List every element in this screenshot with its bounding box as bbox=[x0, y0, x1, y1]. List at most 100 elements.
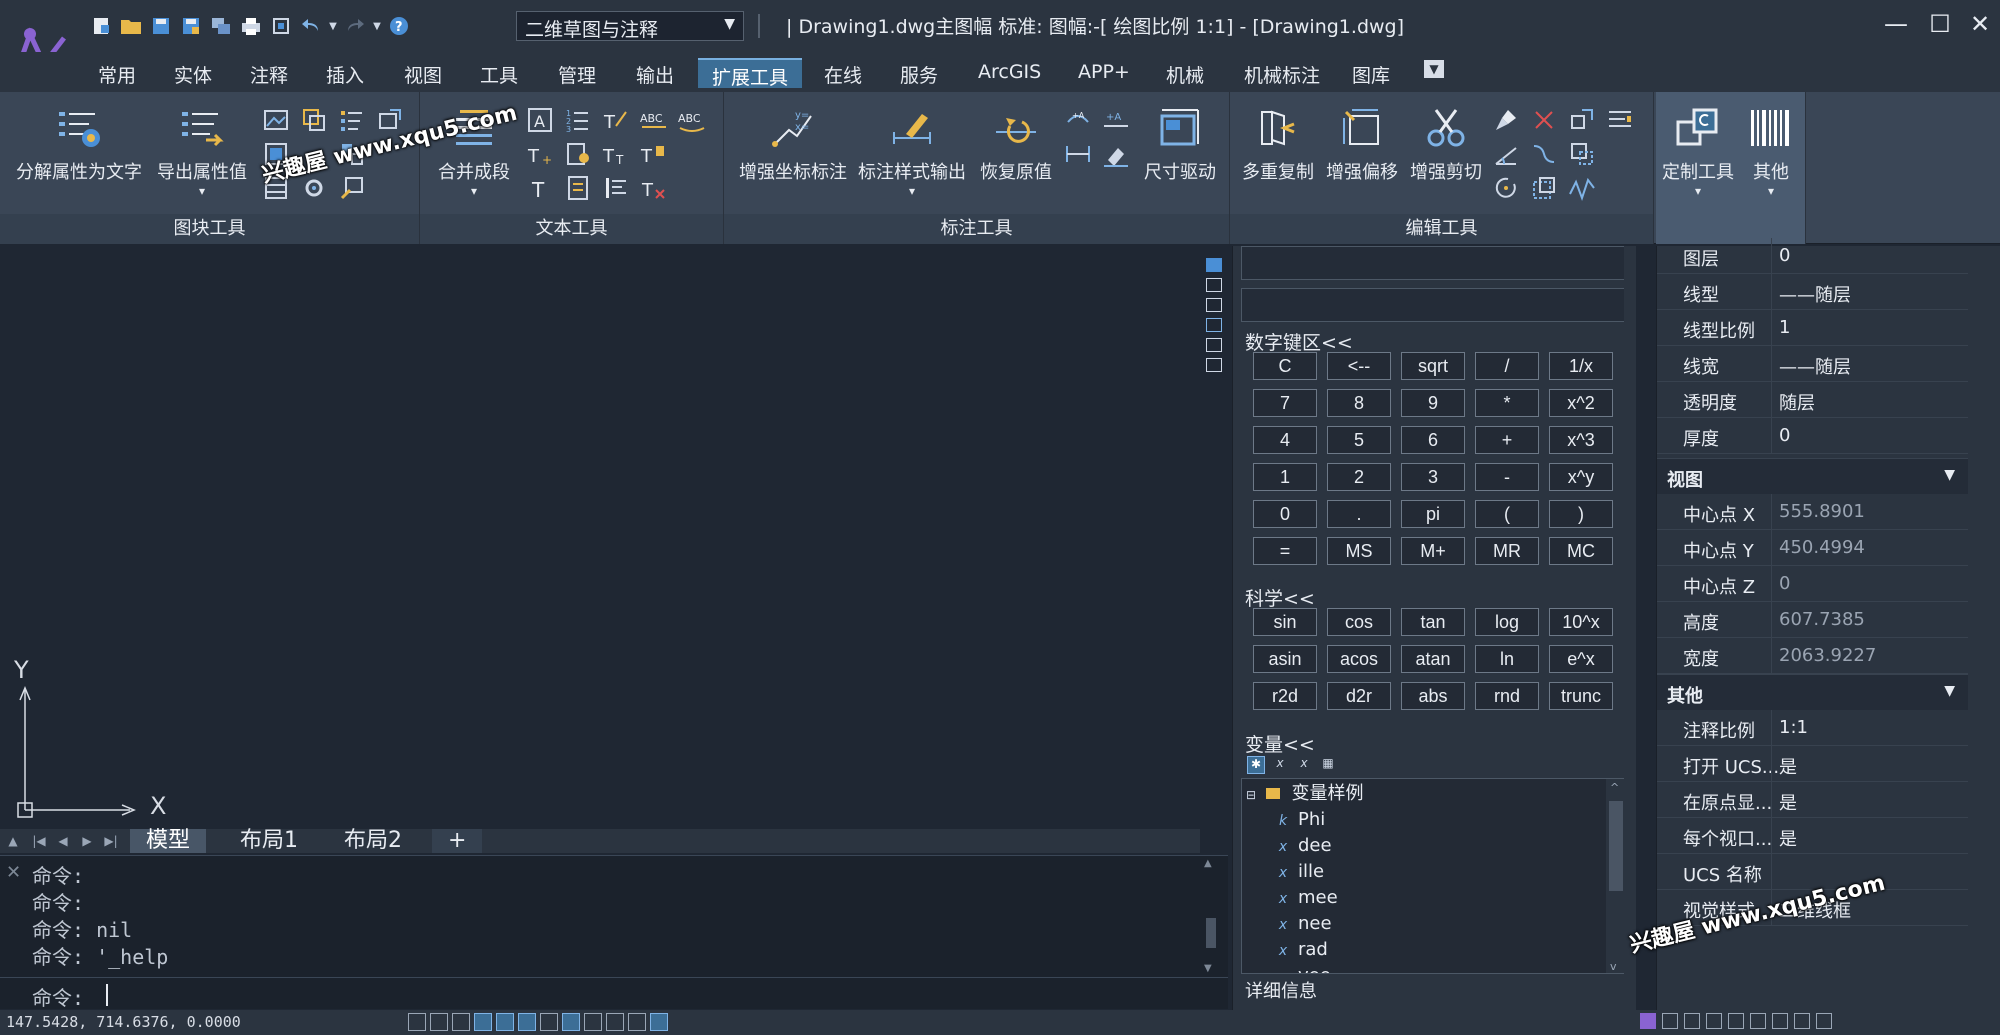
tab-library[interactable]: 图库 bbox=[1338, 58, 1404, 88]
property-row[interactable]: 每个视口... 是 bbox=[1657, 818, 1969, 854]
numpad-key[interactable]: MC bbox=[1549, 537, 1613, 565]
first-tab-icon[interactable]: |◀ bbox=[30, 832, 48, 850]
undo-dropdown-icon[interactable]: ▼ bbox=[326, 12, 340, 40]
numpad-key[interactable]: sqrt bbox=[1401, 352, 1465, 380]
menu-icon[interactable] bbox=[1816, 1013, 1832, 1029]
delete-x-icon[interactable] bbox=[1530, 106, 1558, 134]
tab-model[interactable]: 模型 bbox=[130, 829, 207, 853]
property-row[interactable]: 在原点显... 是 bbox=[1657, 782, 1969, 818]
text-case-icon[interactable]: TT bbox=[602, 140, 630, 168]
numpad-key[interactable]: pi bbox=[1401, 500, 1465, 528]
text-delete-icon[interactable]: T bbox=[640, 174, 668, 202]
tab-annotate[interactable]: 注释 bbox=[236, 58, 302, 88]
property-row[interactable]: 注释比例 1:1 bbox=[1657, 710, 1969, 746]
scroll-up-icon[interactable]: ▲ bbox=[4, 832, 22, 850]
add-layout-button[interactable]: + bbox=[432, 829, 483, 853]
workspace-select[interactable]: 二维草图与注释 ▼ bbox=[516, 11, 744, 41]
numpad-key[interactable]: x^y bbox=[1549, 463, 1613, 491]
numpad-key[interactable]: / bbox=[1475, 352, 1539, 380]
command-scrollbar[interactable]: ▲ ▼ bbox=[1204, 858, 1218, 974]
lwt-toggle-icon[interactable] bbox=[562, 1013, 580, 1031]
scientific-key[interactable]: sin bbox=[1253, 608, 1317, 636]
angle-tool-icon[interactable] bbox=[1206, 318, 1222, 332]
history-tool-icon[interactable] bbox=[1206, 358, 1222, 372]
ortho-toggle-icon[interactable] bbox=[452, 1013, 470, 1031]
text-abc-icon[interactable]: ABC bbox=[640, 106, 668, 134]
tab-app-plus[interactable]: APP+ bbox=[1064, 58, 1144, 88]
property-row[interactable]: 高度 607.7385 bbox=[1657, 602, 1969, 638]
tab-output[interactable]: 输出 bbox=[622, 58, 688, 88]
tab-layout2[interactable]: 布局2 bbox=[328, 829, 418, 853]
misc-section-header[interactable]: 其他 ▼ bbox=[1657, 674, 1969, 710]
text-plain-icon[interactable]: T bbox=[526, 174, 554, 202]
variable-scrollbar[interactable]: ^ v bbox=[1606, 779, 1626, 973]
brush-icon[interactable] bbox=[1492, 106, 1520, 134]
scientific-key[interactable]: ln bbox=[1475, 645, 1539, 673]
am-toggle-icon[interactable] bbox=[650, 1013, 668, 1031]
enhanced-trim-button[interactable]: 增强剪切 bbox=[1408, 104, 1484, 184]
isolate-icon[interactable] bbox=[1750, 1013, 1766, 1029]
tree-root[interactable]: ⊟ 变量样例 bbox=[1246, 781, 1364, 807]
tab-online[interactable]: 在线 bbox=[810, 58, 876, 88]
gear-icon[interactable] bbox=[1772, 1013, 1788, 1029]
numpad-key[interactable]: 4 bbox=[1253, 426, 1317, 454]
wave-line-icon[interactable] bbox=[1568, 174, 1596, 202]
model-space-icon[interactable] bbox=[1640, 1013, 1656, 1029]
numpad-key[interactable]: 1 bbox=[1253, 463, 1317, 491]
close-command-icon[interactable]: ✕ bbox=[6, 862, 26, 883]
tab-solid[interactable]: 实体 bbox=[160, 58, 226, 88]
tab-view[interactable]: 视图 bbox=[390, 58, 456, 88]
numpad-key[interactable]: 5 bbox=[1327, 426, 1391, 454]
other-button[interactable]: 其他 ▾ bbox=[1740, 104, 1802, 198]
tab-service[interactable]: 服务 bbox=[886, 58, 952, 88]
numpad-key[interactable]: 2 bbox=[1327, 463, 1391, 491]
dim-drive-button[interactable]: 尺寸驱动 bbox=[1140, 104, 1220, 184]
numpad-key[interactable]: 0 bbox=[1253, 500, 1317, 528]
variable-item[interactable]: x rad bbox=[1276, 937, 1328, 963]
next-tab-icon[interactable]: ▶ bbox=[78, 832, 96, 850]
numpad-key[interactable]: 6 bbox=[1401, 426, 1465, 454]
minimize-button[interactable]: — bbox=[1876, 10, 1916, 40]
property-row[interactable]: 图层 0 bbox=[1657, 238, 1969, 274]
restore-value-button[interactable]: 恢复原值 bbox=[978, 104, 1054, 184]
numbered-list-icon[interactable]: 123 bbox=[564, 106, 592, 134]
numpad-key[interactable]: . bbox=[1327, 500, 1391, 528]
calc-input-field[interactable] bbox=[1241, 288, 1627, 322]
scientific-key[interactable]: e^x bbox=[1549, 645, 1613, 673]
close-button[interactable]: ✕ bbox=[1960, 10, 2000, 40]
tab-manage[interactable]: 管理 bbox=[544, 58, 610, 88]
scientific-key[interactable]: r2d bbox=[1253, 682, 1317, 710]
property-row[interactable]: 透明度 随层 bbox=[1657, 382, 1969, 418]
sc-toggle-icon[interactable] bbox=[628, 1013, 646, 1031]
numpad-key[interactable]: ( bbox=[1475, 500, 1539, 528]
science-section-title[interactable]: 科学<< bbox=[1245, 584, 1315, 611]
scientific-key[interactable]: asin bbox=[1253, 645, 1317, 673]
property-row[interactable]: 中心点 Z 0 bbox=[1657, 566, 1969, 602]
view-section-header[interactable]: 视图 ▼ bbox=[1657, 458, 1969, 494]
point-tool-icon[interactable] bbox=[1206, 338, 1222, 352]
dim-arc-icon[interactable]: +A bbox=[1064, 106, 1092, 134]
tab-mechanical[interactable]: 机械 bbox=[1152, 58, 1218, 88]
variable-item[interactable]: x dee bbox=[1276, 833, 1332, 859]
numpad-key[interactable]: 8 bbox=[1327, 389, 1391, 417]
dim-erase-icon[interactable] bbox=[1102, 140, 1130, 168]
property-row[interactable]: 宽度 2063.9227 bbox=[1657, 638, 1969, 674]
redo-icon[interactable] bbox=[340, 12, 370, 40]
snap-toggle-icon[interactable] bbox=[430, 1013, 448, 1031]
help-icon[interactable]: ? bbox=[384, 12, 414, 40]
text-trophy-icon[interactable]: T bbox=[640, 140, 668, 168]
property-row[interactable]: 线型 ——随层 bbox=[1657, 274, 1969, 310]
scientific-key[interactable]: tan bbox=[1401, 608, 1465, 636]
numpad-key[interactable]: M+ bbox=[1401, 537, 1465, 565]
prev-tab-icon[interactable]: ◀ bbox=[54, 832, 72, 850]
export-attr-button[interactable]: 导出属性值 ▾ bbox=[152, 104, 252, 198]
tab-tools[interactable]: 工具 bbox=[466, 58, 532, 88]
multi-copy-button[interactable]: 多重复制 bbox=[1240, 104, 1316, 184]
variable-item[interactable]: x mee bbox=[1276, 885, 1338, 911]
delete-variable-icon[interactable]: x bbox=[1295, 756, 1313, 774]
numpad-key[interactable]: = bbox=[1253, 537, 1317, 565]
text-rotate-icon[interactable]: T bbox=[602, 106, 630, 134]
block-attr-list-icon[interactable] bbox=[338, 106, 366, 134]
scientific-key[interactable]: d2r bbox=[1327, 682, 1391, 710]
angle-icon[interactable] bbox=[1492, 140, 1520, 168]
